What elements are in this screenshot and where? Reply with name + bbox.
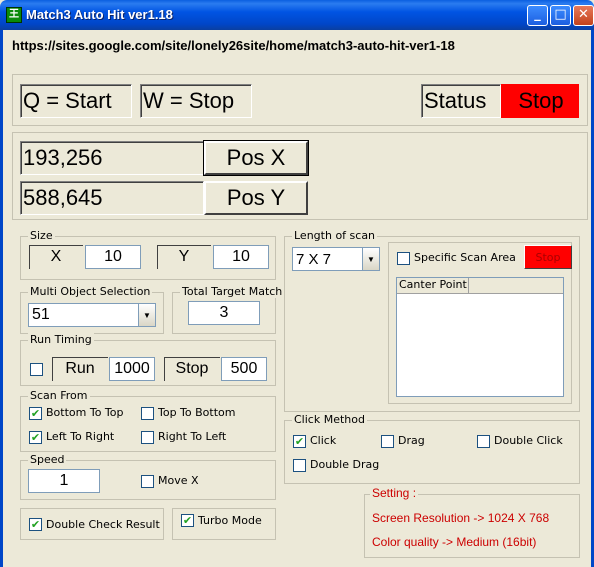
window-border-left [0, 30, 3, 567]
click-label: Click [310, 434, 337, 447]
move-x-label: Move X [158, 474, 199, 487]
total-target-group-label: Total Target Match [180, 285, 285, 298]
bottom-to-top-checkbox[interactable]: ✔ [29, 407, 42, 420]
screen-resolution-text: Screen Resolution -> 1024 X 768 [372, 511, 550, 525]
run-timing-checkbox[interactable] [30, 363, 43, 376]
window-title: Match3 Auto Hit ver1.18 [26, 7, 173, 22]
size-group-label: Size [28, 229, 55, 242]
scan-length-select[interactable]: 7 X 7 ▼ [292, 247, 380, 271]
double-check-label: Double Check Result [46, 518, 160, 531]
app-icon: 王 [6, 7, 22, 23]
start-hotkey-label: Q = Start [20, 84, 132, 118]
status-badge: Stop [501, 84, 579, 118]
pos-y-button[interactable]: Pos Y [204, 181, 308, 215]
double-drag-checkbox[interactable] [293, 459, 306, 472]
pos-y-value: 588,645 [20, 181, 204, 215]
stop-label: Stop [164, 357, 220, 381]
multi-object-group-label: Multi Object Selection [28, 285, 153, 298]
turbo-mode-label: Turbo Mode [198, 514, 262, 527]
chevron-down-icon[interactable]: ▼ [138, 304, 155, 326]
top-to-bottom-label: Top To Bottom [158, 406, 236, 419]
double-click-checkbox[interactable] [477, 435, 490, 448]
run-timing-group-label: Run Timing [28, 333, 94, 346]
canter-point-column-header[interactable]: Canter Point [397, 278, 469, 294]
empty-column-header[interactable] [469, 278, 563, 294]
canter-point-list[interactable] [396, 277, 564, 397]
close-button[interactable]: ✕ [573, 5, 594, 26]
right-to-left-label: Right To Left [158, 430, 227, 443]
bottom-to-top-label: Bottom To Top [46, 406, 124, 419]
click-method-group-label: Click Method [292, 413, 367, 426]
status-label: Status [421, 84, 501, 118]
minimize-button[interactable]: _ [527, 5, 548, 26]
maximize-button[interactable]: □ [550, 5, 571, 26]
right-to-left-checkbox[interactable] [141, 431, 154, 444]
size-y-label: Y [157, 245, 211, 269]
run-label: Run [52, 357, 108, 381]
top-to-bottom-checkbox[interactable] [141, 407, 154, 420]
scan-area-stop-button[interactable]: Stop [524, 245, 572, 269]
size-x-input[interactable]: 10 [85, 245, 141, 269]
size-y-input[interactable]: 10 [213, 245, 269, 269]
click-checkbox[interactable]: ✔ [293, 435, 306, 448]
scan-from-group-label: Scan From [28, 389, 90, 402]
color-quality-text: Color quality -> Medium (16bit) [372, 535, 537, 549]
size-x-label: X [29, 245, 83, 269]
pos-x-button[interactable]: Pos X [203, 140, 309, 176]
speed-group-label: Speed [28, 453, 67, 466]
maximize-icon: □ [554, 7, 567, 22]
specific-scan-area-checkbox[interactable] [397, 252, 410, 265]
double-click-label: Double Click [494, 434, 563, 447]
website-url: https://sites.google.com/site/lonely26si… [12, 38, 455, 53]
scan-length-value: 7 X 7 [296, 250, 332, 268]
drag-checkbox[interactable] [381, 435, 394, 448]
drag-label: Drag [398, 434, 425, 447]
multi-object-value: 51 [32, 306, 50, 323]
left-to-right-checkbox[interactable]: ✔ [29, 431, 42, 444]
total-target-input[interactable]: 3 [188, 301, 260, 325]
multi-object-select[interactable]: 51 ▼ [28, 303, 156, 327]
pos-x-value: 193,256 [20, 141, 204, 175]
length-of-scan-group-label: Length of scan [292, 229, 378, 242]
stop-input[interactable]: 500 [221, 357, 267, 381]
turbo-mode-checkbox[interactable]: ✔ [181, 514, 194, 527]
specific-scan-area-label: Specific Scan Area [414, 251, 516, 264]
minimize-icon: _ [534, 7, 541, 22]
speed-input[interactable]: 1 [28, 469, 100, 493]
double-check-checkbox[interactable]: ✔ [29, 518, 42, 531]
move-x-checkbox[interactable] [141, 475, 154, 488]
close-icon: ✕ [578, 7, 589, 22]
double-drag-label: Double Drag [310, 458, 380, 471]
run-input[interactable]: 1000 [109, 357, 155, 381]
stop-hotkey-label: W = Stop [140, 84, 252, 118]
left-to-right-label: Left To Right [46, 430, 115, 443]
click-method-group [284, 420, 580, 484]
chevron-down-icon[interactable]: ▼ [362, 248, 379, 270]
setting-group-label: Setting : [370, 486, 419, 500]
